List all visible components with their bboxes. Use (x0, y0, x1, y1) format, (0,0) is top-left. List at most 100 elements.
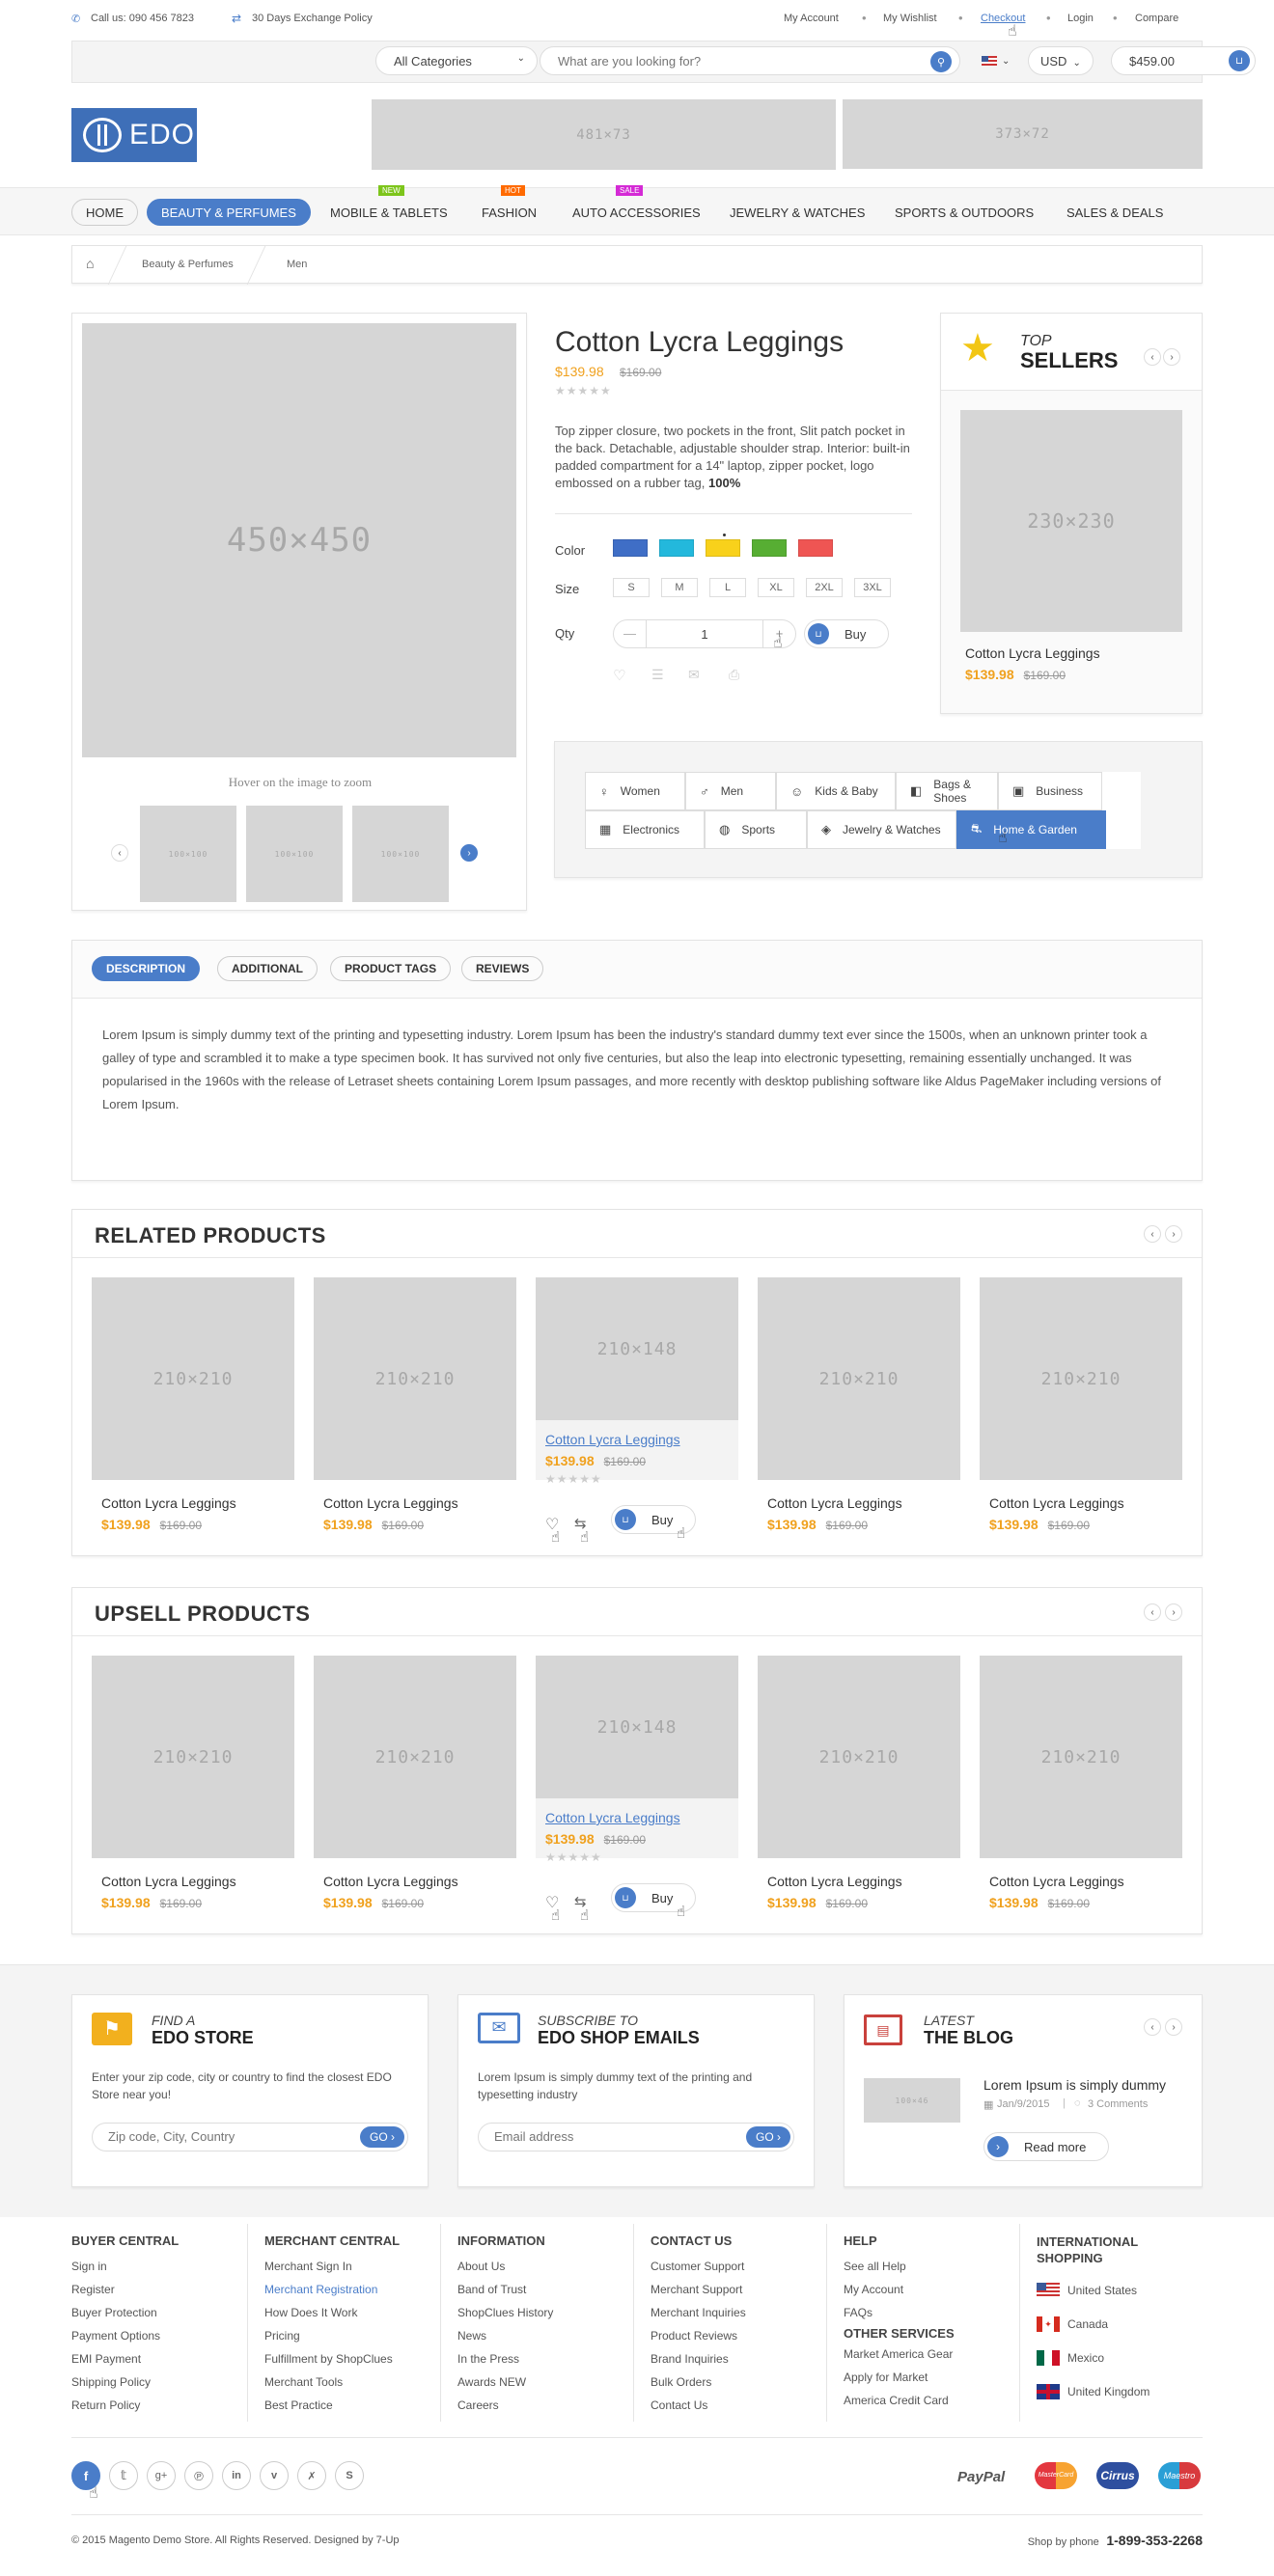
product-image[interactable]: 210×148 (536, 1656, 738, 1798)
linkedin-icon[interactable]: in (222, 2461, 251, 2490)
blog-thumb[interactable]: 100×46 (864, 2078, 960, 2123)
banner-1[interactable]: 481×73 (372, 99, 836, 170)
buy-button[interactable]: ⊔ Buy (804, 619, 889, 648)
footer-link[interactable]: How Does It Work (264, 2301, 457, 2324)
blog-post-title[interactable]: Lorem Ipsum is simply dummy (983, 2077, 1166, 2093)
currency-select[interactable]: USD ⌄ (1028, 46, 1094, 75)
thumb-prev-arrow-icon[interactable]: ‹ (111, 844, 128, 862)
print-icon[interactable]: ⎙ (729, 667, 739, 683)
product-name[interactable]: Cotton Lycra Leggings (989, 1495, 1182, 1511)
footer-link[interactable]: Pricing (264, 2324, 457, 2347)
color-swatch[interactable] (706, 534, 740, 557)
footer-link[interactable]: Best Practice (264, 2394, 457, 2417)
product-card[interactable]: 210×210 Cotton Lycra Leggings $139.98 $169.… (92, 1656, 294, 1926)
wishlist-heart-icon[interactable]: ♡ (613, 667, 625, 684)
footer-link[interactable]: Return Policy (71, 2394, 264, 2417)
country-item[interactable]: United States (1037, 2273, 1203, 2307)
compare-link[interactable]: Compare (1135, 13, 1178, 24)
footer-link[interactable]: Shipping Policy (71, 2370, 264, 2394)
blog-comments[interactable]: 3 Comments (1088, 2098, 1148, 2110)
product-card[interactable]: 210×210 Cotton Lycra Leggings $139.98 $169.… (314, 1656, 516, 1926)
size-option[interactable]: XL (758, 578, 794, 597)
product-image[interactable]: 210×210 (92, 1656, 294, 1858)
product-name[interactable]: Cotton Lycra Leggings (767, 1874, 960, 1889)
zip-input[interactable] (108, 2129, 340, 2144)
product-card[interactable]: 210×210 Cotton Lycra Leggings $139.98 $169.… (314, 1277, 516, 1548)
product-image[interactable]: 210×148 (536, 1277, 738, 1420)
login-link[interactable]: Login (1067, 13, 1094, 24)
category-select[interactable]: All Categories ⌄ (375, 46, 538, 75)
size-option[interactable]: L (709, 578, 746, 597)
country-item[interactable]: Mexico (1037, 2341, 1203, 2374)
product-name[interactable]: Cotton Lycra Leggings (767, 1495, 960, 1511)
product-card[interactable]: 210×210 Cotton Lycra Leggings $139.98 $169.… (758, 1277, 960, 1548)
category-item[interactable]: ♀ Women (585, 772, 685, 810)
product-card[interactable]: 210×148 Cotton Lycra Leggings $139.98 $169.… (536, 1277, 738, 1548)
category-item[interactable]: ◍ Sports (705, 810, 807, 849)
checkout-link[interactable]: Checkout (981, 13, 1025, 24)
skype-icon[interactable]: S (335, 2461, 364, 2490)
next-arrow-icon[interactable]: › (1165, 1603, 1182, 1621)
qty-value[interactable]: 1 (647, 627, 762, 642)
my-account-link[interactable]: My Account (784, 13, 839, 24)
tab-reviews[interactable]: REVIEWS (461, 956, 544, 981)
color-swatch[interactable] (798, 539, 833, 557)
product-card[interactable]: 210×210 Cotton Lycra Leggings $139.98 $169.… (980, 1277, 1182, 1548)
nav-jewelry[interactable]: JEWELRY & WATCHES (730, 206, 865, 220)
thumb[interactable]: 100×100 (352, 806, 449, 902)
banner-2[interactable]: 373×72 (843, 99, 1203, 169)
size-option[interactable]: 3XL (854, 578, 891, 597)
product-card[interactable]: 210×210 Cotton Lycra Leggings $139.98 $169.… (980, 1656, 1182, 1926)
nav-beauty[interactable]: BEAUTY & PERFUMES (147, 199, 311, 226)
footer-link[interactable]: Awards NEW (457, 2370, 651, 2394)
email-input[interactable] (494, 2129, 726, 2144)
nav-home[interactable]: HOME (71, 199, 138, 226)
footer-link[interactable]: Merchant Support (651, 2278, 844, 2301)
prev-arrow-icon[interactable]: ‹ (1144, 2018, 1161, 2036)
product-main-image[interactable]: 450×450 (82, 323, 516, 757)
category-item[interactable]: ⛐ Home & Garden (956, 810, 1106, 849)
email-icon[interactable]: ✉ (688, 667, 700, 683)
footer-link[interactable]: Bulk Orders (651, 2370, 844, 2394)
footer-link[interactable]: Contact Us (651, 2394, 844, 2417)
footer-link[interactable]: Band of Trust (457, 2278, 651, 2301)
footer-link[interactable]: Fulfillment by ShopClues (264, 2347, 457, 2370)
tab-description[interactable]: DESCRIPTION (92, 956, 201, 981)
my-wishlist-link[interactable]: My Wishlist (883, 13, 937, 24)
size-option[interactable]: 2XL (806, 578, 843, 597)
product-image[interactable]: 210×210 (980, 1656, 1182, 1858)
subscribe-go-button[interactable]: GO › (745, 2126, 790, 2148)
footer-link[interactable]: Careers (457, 2394, 651, 2417)
nav-fashion[interactable]: FASHION (482, 206, 537, 220)
tab-product-tags[interactable]: PRODUCT TAGS (330, 956, 452, 981)
thumb[interactable]: 100×100 (140, 806, 236, 902)
product-image[interactable]: 210×210 (758, 1277, 960, 1480)
flag-select[interactable]: ⌄ (902, 46, 1028, 75)
thumb[interactable]: 100×100 (246, 806, 343, 902)
footer-link[interactable]: Apply for Market (844, 2366, 1037, 2389)
next-arrow-icon[interactable]: › (1165, 2018, 1182, 2036)
country-item[interactable]: United Kingdom (1037, 2374, 1203, 2408)
tab-additional[interactable]: ADDITIONAL (217, 956, 318, 981)
product-image[interactable]: 210×210 (980, 1277, 1182, 1480)
footer-link[interactable]: Merchant Sign In (264, 2255, 457, 2278)
footer-link[interactable]: Merchant Inquiries (651, 2301, 844, 2324)
category-item[interactable]: ☺ Kids & Baby (776, 772, 896, 810)
search-input[interactable] (558, 54, 896, 69)
minus-button[interactable]: — (614, 620, 647, 647)
product-name[interactable]: Cotton Lycra Leggings (101, 1495, 294, 1511)
color-swatch[interactable] (659, 539, 694, 557)
nav-auto[interactable]: AUTO ACCESSORIES (572, 206, 701, 220)
color-swatch[interactable] (752, 539, 787, 557)
category-item[interactable]: ▣ Business (998, 772, 1102, 810)
prev-arrow-icon[interactable]: ‹ (1144, 348, 1161, 366)
footer-link[interactable]: In the Press (457, 2347, 651, 2370)
color-swatch[interactable] (613, 539, 648, 557)
product-name[interactable]: Cotton Lycra Leggings (545, 1810, 738, 1825)
product-card[interactable]: 210×148 Cotton Lycra Leggings $139.98 $169.… (536, 1656, 738, 1926)
footer-link[interactable]: About Us (457, 2255, 651, 2278)
footer-link[interactable]: Merchant Registration (264, 2278, 457, 2301)
footer-link[interactable]: My Account (844, 2278, 1037, 2301)
cart-button[interactable]: $459.00 ⊔ (1111, 46, 1256, 75)
next-arrow-icon[interactable]: › (1165, 1225, 1182, 1243)
